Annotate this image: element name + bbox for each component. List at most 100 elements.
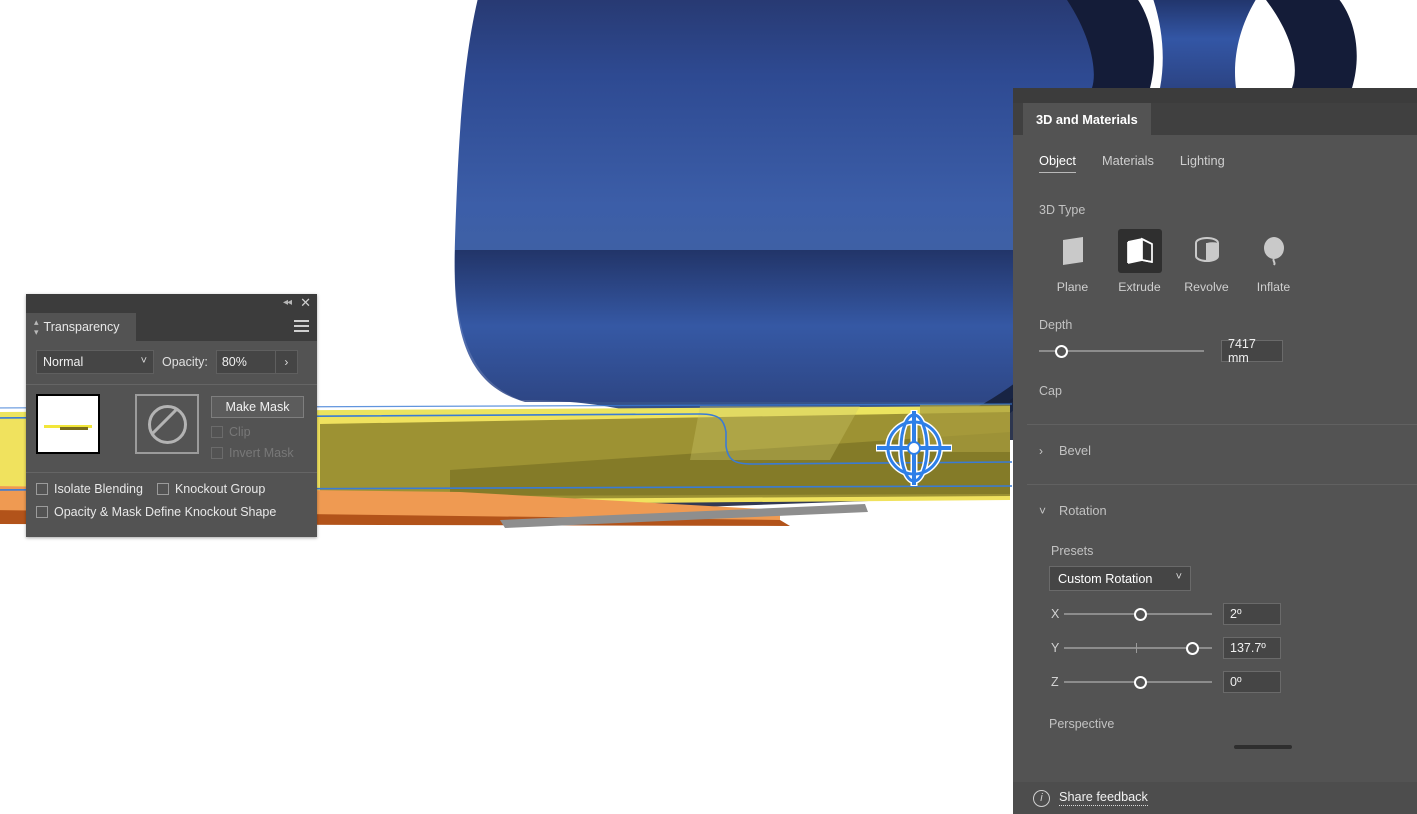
make-mask-button[interactable]: Make Mask — [211, 396, 304, 418]
knockout-group-row[interactable]: Knockout Group — [157, 482, 265, 496]
3d-type-inflate[interactable]: Inflate — [1240, 229, 1307, 294]
opacity-mask-knockout-checkbox[interactable] — [36, 506, 48, 518]
bevel-accordion[interactable]: › Bevel — [1013, 425, 1417, 458]
blend-mode-select[interactable]: Normal ˅ — [36, 350, 154, 374]
depth-slider-knob[interactable] — [1055, 345, 1068, 358]
3d-rotation-gizmo[interactable] — [876, 410, 952, 486]
3d-type-revolve[interactable]: Revolve — [1173, 229, 1240, 294]
panel-top-strip — [1013, 88, 1417, 103]
depth-label: Depth — [1013, 294, 1417, 332]
chevron-down-icon: ˅ — [141, 355, 147, 367]
rotation-z-label: Z — [1051, 675, 1064, 689]
rotation-x-knob[interactable] — [1134, 608, 1147, 621]
rotation-z-input[interactable]: 0º — [1223, 671, 1281, 693]
blend-opacity-row: Normal ˅ Opacity: 80% › — [26, 341, 317, 374]
no-mask-icon — [148, 405, 187, 444]
depth-input[interactable]: 7417 mm — [1221, 340, 1283, 362]
invert-mask-checkbox[interactable] — [211, 447, 223, 459]
rotation-y-row: Y 137.7º — [1013, 625, 1417, 659]
transparency-options: Isolate Blending Knockout Group Opacity … — [26, 473, 317, 519]
rotation-preset-value: Custom Rotation — [1058, 572, 1153, 586]
opacity-value: 80% — [222, 355, 247, 369]
opacity-label: Opacity: — [162, 355, 208, 369]
rotation-z-row: Z 0º — [1013, 659, 1417, 693]
invert-mask-checkbox-row[interactable]: Invert Mask — [211, 446, 304, 460]
3d-type-extrude[interactable]: Extrude — [1106, 229, 1173, 294]
tab-materials[interactable]: Materials — [1102, 153, 1154, 173]
rotation-y-tick — [1136, 643, 1137, 653]
extrude-cube-icon — [1118, 229, 1162, 273]
mask-row: Make Mask Clip Invert Mask — [26, 385, 317, 460]
opacity-mask-knockout-label: Opacity & Mask Define Knockout Shape — [54, 505, 276, 519]
transparency-tabrow: ▴▾ Transparency — [26, 313, 317, 341]
share-feedback-bar[interactable]: i Share feedback — [1013, 782, 1417, 814]
chevron-down-icon[interactable]: ˅ — [1039, 504, 1049, 518]
perspective-slider[interactable] — [1234, 745, 1292, 749]
thumbnail-artwork-olive — [60, 427, 88, 430]
3d-type-options: Plane Extrude — [1013, 217, 1417, 294]
rotation-y-value: 137.7º — [1230, 641, 1266, 655]
rotation-z-slider[interactable] — [1064, 673, 1212, 691]
presets-label: Presets — [1013, 518, 1417, 558]
rotation-x-value: 2º — [1230, 607, 1242, 621]
opacity-input[interactable]: 80% — [216, 350, 276, 374]
blend-mode-value: Normal — [43, 355, 83, 369]
rotation-x-row: X 2º — [1013, 591, 1417, 625]
chevron-right-icon[interactable]: › — [276, 350, 298, 374]
perspective-label: Perspective — [1013, 693, 1417, 731]
close-icon[interactable]: ✕ — [300, 295, 311, 311]
extrude-label: Extrude — [1118, 280, 1160, 294]
tab-3d-and-materials[interactable]: 3D and Materials — [1023, 103, 1151, 135]
rotation-y-knob[interactable] — [1186, 642, 1199, 655]
mask-controls: Make Mask Clip Invert Mask — [211, 394, 304, 460]
inflate-balloon-icon — [1252, 229, 1296, 273]
tab-transparency[interactable]: ▴▾ Transparency — [26, 313, 136, 341]
artwork-thumbnail[interactable] — [36, 394, 100, 454]
transparency-titlebar[interactable]: ◂◂ ✕ — [26, 294, 317, 313]
cap-label: Cap — [1013, 362, 1417, 398]
chevron-down-icon: ˅ — [1176, 571, 1182, 583]
rotation-label: Rotation — [1059, 503, 1107, 518]
panel-tabrow: 3D and Materials — [1013, 103, 1417, 135]
tab-grip-icon: ▴▾ — [34, 317, 39, 337]
rotation-x-input[interactable]: 2º — [1223, 603, 1281, 625]
depth-slider[interactable] — [1039, 342, 1204, 360]
isolate-blending-checkbox[interactable] — [36, 483, 48, 495]
double-chevron-left-icon[interactable]: ◂◂ — [283, 297, 291, 309]
isolate-blending-row[interactable]: Isolate Blending — [36, 482, 143, 496]
chevron-right-icon[interactable]: › — [1039, 444, 1049, 458]
3d-type-plane[interactable]: Plane — [1039, 229, 1106, 294]
transparency-panel[interactable]: ◂◂ ✕ ▴▾ Transparency Normal ˅ Opacity: 8… — [26, 294, 317, 537]
rotation-preset-select[interactable]: Custom Rotation ˅ — [1049, 566, 1191, 591]
rotation-y-slider[interactable] — [1064, 639, 1212, 657]
invert-mask-label: Invert Mask — [229, 446, 294, 460]
panel-menu-icon[interactable] — [294, 320, 309, 332]
plane-label: Plane — [1057, 280, 1088, 294]
rotation-y-label: Y — [1051, 641, 1064, 655]
mask-placeholder[interactable] — [135, 394, 199, 454]
tab-object[interactable]: Object — [1039, 153, 1076, 173]
tab-lighting[interactable]: Lighting — [1180, 153, 1225, 173]
rotation-y-input[interactable]: 137.7º — [1223, 637, 1281, 659]
clip-checkbox[interactable] — [211, 426, 223, 438]
inflate-label: Inflate — [1257, 280, 1291, 294]
plane-icon — [1051, 229, 1095, 273]
panel-body: Object Materials Lighting 3D Type Plane — [1013, 135, 1417, 749]
3d-type-label: 3D Type — [1013, 173, 1417, 217]
info-icon: i — [1033, 790, 1050, 807]
rotation-accordion[interactable]: ˅ Rotation — [1013, 485, 1417, 518]
depth-slider-row: 7417 mm — [1013, 332, 1417, 362]
isolate-blending-label: Isolate Blending — [54, 482, 143, 496]
rotation-x-slider[interactable] — [1064, 605, 1212, 623]
object-materials-lighting-tabs: Object Materials Lighting — [1013, 135, 1417, 173]
bevel-label: Bevel — [1059, 443, 1091, 458]
clip-checkbox-row[interactable]: Clip — [211, 425, 304, 439]
transparency-panel-title: Transparency — [44, 320, 120, 334]
knockout-group-checkbox[interactable] — [157, 483, 169, 495]
share-feedback-link[interactable]: Share feedback — [1059, 790, 1148, 806]
opacity-mask-knockout-row[interactable]: Opacity & Mask Define Knockout Shape — [36, 505, 307, 519]
rotation-z-knob[interactable] — [1134, 676, 1147, 689]
rotation-x-label: X — [1051, 607, 1064, 621]
knockout-group-label: Knockout Group — [175, 482, 265, 496]
3d-and-materials-panel[interactable]: 3D and Materials Object Materials Lighti… — [1013, 88, 1417, 814]
